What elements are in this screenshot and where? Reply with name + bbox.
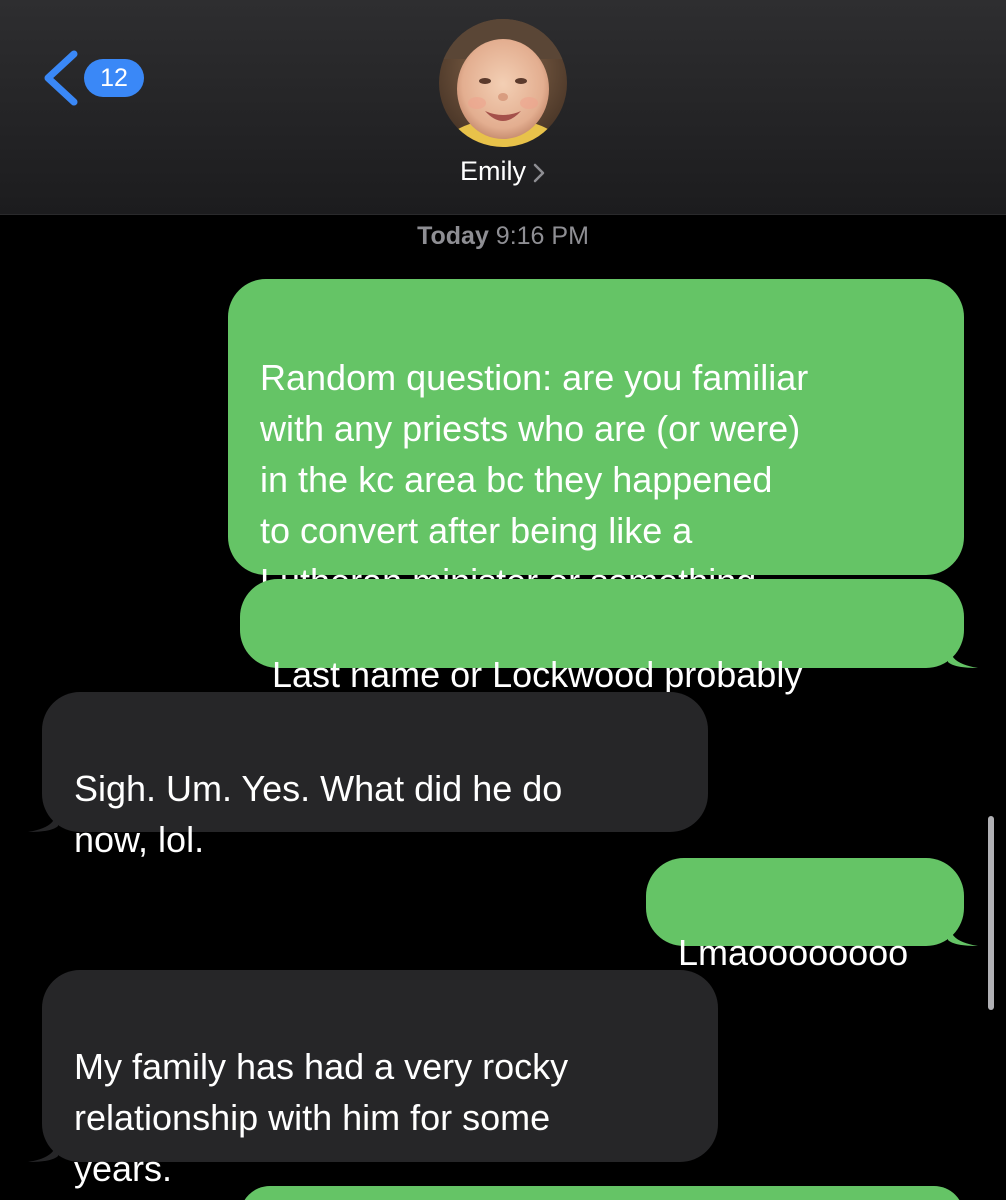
chevron-right-icon [533,163,545,183]
contact-name-button[interactable]: Emily [0,156,1006,187]
message-timestamp: Today 9:16 PM [0,222,1006,251]
message-text: My family has had a very rocky relations… [74,1046,569,1189]
received-message-bubble[interactable]: My family has had a very rocky relations… [28,970,718,1189]
contact-photo [439,19,567,147]
bubble-tail [28,1132,58,1162]
chevron-left-icon [44,50,78,106]
unread-count-badge: 12 [84,59,144,97]
message-text: Lmaoooooooo [678,932,909,973]
sent-message-bubble[interactable]: Lmaoooooooo [646,858,978,973]
sent-message-bubble[interactable]: Last name or Lockwood probably [240,579,978,695]
sent-message-bubble[interactable]: Random question: are you familiar with a… [228,279,964,602]
conversation-header: 12 Emily [0,0,1006,215]
bubble-tail [28,802,58,832]
contact-name: Emily [460,156,526,186]
bubble-tail [948,638,978,668]
avatar[interactable] [439,19,567,147]
sent-message-bubble-partial[interactable] [240,1186,964,1200]
message-text: Random question: are you familiar with a… [260,357,809,602]
received-message-bubble[interactable]: Sigh. Um. Yes. What did he do now, lol. [28,692,708,860]
timestamp-day: Today [417,222,489,250]
messages-screen: 12 Emily Today 9:16 PM Random question: … [0,0,1006,1200]
bubble-tail [948,916,978,946]
timestamp-time: 9:16 PM [495,222,589,250]
back-button[interactable]: 12 [40,50,144,106]
scroll-indicator[interactable] [988,816,994,1010]
message-text: Sigh. Um. Yes. What did he do now, lol. [74,768,563,860]
